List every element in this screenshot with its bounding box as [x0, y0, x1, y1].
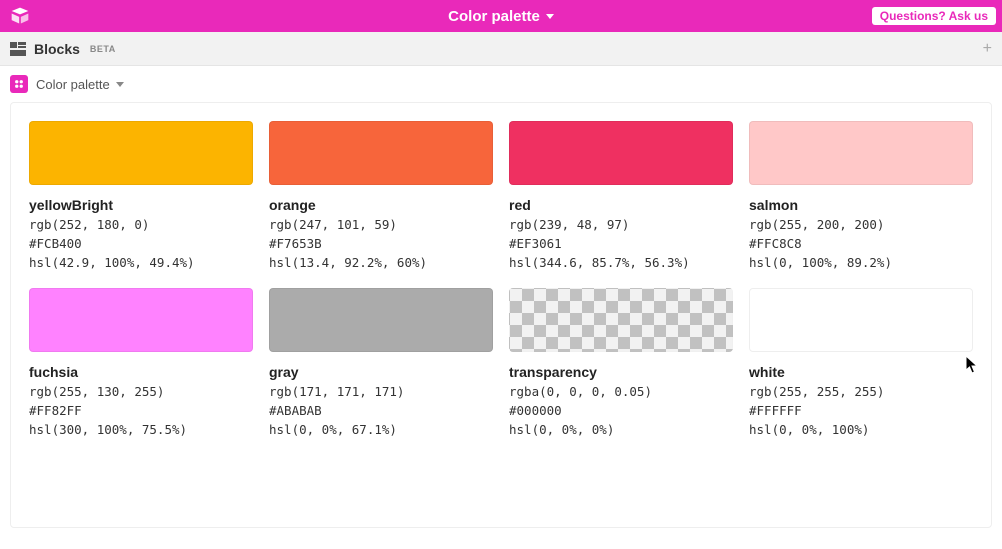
swatch-color[interactable]: [749, 121, 973, 185]
swatch-card: fuchsia rgb(255, 130, 255) #FF82FF hsl(300,…: [29, 288, 253, 437]
swatch-hsl: hsl(0, 0%, 0%): [509, 422, 733, 437]
swatch-name: fuchsia: [29, 364, 253, 380]
top-bar: Color palette Questions? Ask us: [0, 0, 1002, 32]
swatch-name: red: [509, 197, 733, 213]
swatch-hsl: hsl(13.4, 92.2%, 60%): [269, 255, 493, 270]
swatch-rgb: rgb(239, 48, 97): [509, 217, 733, 232]
blocks-icon: [10, 41, 26, 57]
swatch-grid: yellowBright rgb(252, 180, 0) #FCB400 hsl(4…: [29, 121, 973, 437]
swatch-rgb: rgb(255, 200, 200): [749, 217, 973, 232]
block-canvas: yellowBright rgb(252, 180, 0) #FCB400 hsl(4…: [10, 102, 992, 528]
swatch-hex: #F7653B: [269, 236, 493, 251]
swatch-card: gray rgb(171, 171, 171) #ABABAB hsl(0, 0%, …: [269, 288, 493, 437]
swatch-rgb: rgb(171, 171, 171): [269, 384, 493, 399]
swatch-color[interactable]: [509, 288, 733, 352]
swatch-rgb: rgb(255, 130, 255): [29, 384, 253, 399]
swatch-name: transparency: [509, 364, 733, 380]
swatch-name: orange: [269, 197, 493, 213]
swatch-hex: #FCB400: [29, 236, 253, 251]
breadcrumb: Color palette: [0, 66, 1002, 102]
caret-down-icon: [546, 14, 554, 19]
swatch-name: white: [749, 364, 973, 380]
swatch-color[interactable]: [29, 288, 253, 352]
swatch-hsl: hsl(344.6, 85.7%, 56.3%): [509, 255, 733, 270]
swatch-color[interactable]: [29, 121, 253, 185]
swatch-rgb: rgb(252, 180, 0): [29, 217, 253, 232]
swatch-color[interactable]: [269, 288, 493, 352]
swatch-hsl: hsl(42.9, 100%, 49.4%): [29, 255, 253, 270]
swatch-hsl: hsl(0, 0%, 100%): [749, 422, 973, 437]
swatch-hex: #FFC8C8: [749, 236, 973, 251]
swatch-name: gray: [269, 364, 493, 380]
swatch-rgb: rgba(0, 0, 0, 0.05): [509, 384, 733, 399]
swatch-hex: #EF3061: [509, 236, 733, 251]
swatch-card: transparency rgba(0, 0, 0, 0.05) #000000 hs…: [509, 288, 733, 437]
swatch-card: salmon rgb(255, 200, 200) #FFC8C8 hsl(0, 10…: [749, 121, 973, 270]
ask-us-button[interactable]: Questions? Ask us: [872, 7, 996, 25]
swatch-color[interactable]: [509, 121, 733, 185]
swatch-rgb: rgb(255, 255, 255): [749, 384, 973, 399]
block-name-dropdown[interactable]: Color palette: [36, 77, 124, 92]
swatch-hex: #000000: [509, 403, 733, 418]
swatch-card: white rgb(255, 255, 255) #FFFFFF hsl(0, 0%,…: [749, 288, 973, 437]
blocks-bar: Blocks BETA +: [0, 32, 1002, 66]
swatch-color[interactable]: [269, 121, 493, 185]
swatch-card: yellowBright rgb(252, 180, 0) #FCB400 hsl(4…: [29, 121, 253, 270]
add-block-button[interactable]: +: [983, 41, 992, 57]
caret-down-icon: [116, 82, 124, 87]
swatch-hex: #FFFFFF: [749, 403, 973, 418]
swatch-hsl: hsl(0, 100%, 89.2%): [749, 255, 973, 270]
base-title: Color palette: [448, 8, 540, 25]
swatch-hex: #FF82FF: [29, 403, 253, 418]
swatch-name: salmon: [749, 197, 973, 213]
swatch-hsl: hsl(300, 100%, 75.5%): [29, 422, 253, 437]
swatch-hex: #ABABAB: [269, 403, 493, 418]
beta-badge: BETA: [90, 44, 116, 54]
app-logo-icon[interactable]: [10, 6, 30, 26]
block-app-icon[interactable]: [10, 75, 28, 93]
blocks-label: Blocks: [34, 41, 80, 57]
swatch-card: orange rgb(247, 101, 59) #F7653B hsl(13.4, …: [269, 121, 493, 270]
swatch-card: red rgb(239, 48, 97) #EF3061 hsl(344.6, 85.…: [509, 121, 733, 270]
swatch-rgb: rgb(247, 101, 59): [269, 217, 493, 232]
block-name: Color palette: [36, 77, 110, 92]
swatch-name: yellowBright: [29, 197, 253, 213]
swatch-hsl: hsl(0, 0%, 67.1%): [269, 422, 493, 437]
base-title-dropdown[interactable]: Color palette: [448, 8, 554, 25]
swatch-color[interactable]: [749, 288, 973, 352]
